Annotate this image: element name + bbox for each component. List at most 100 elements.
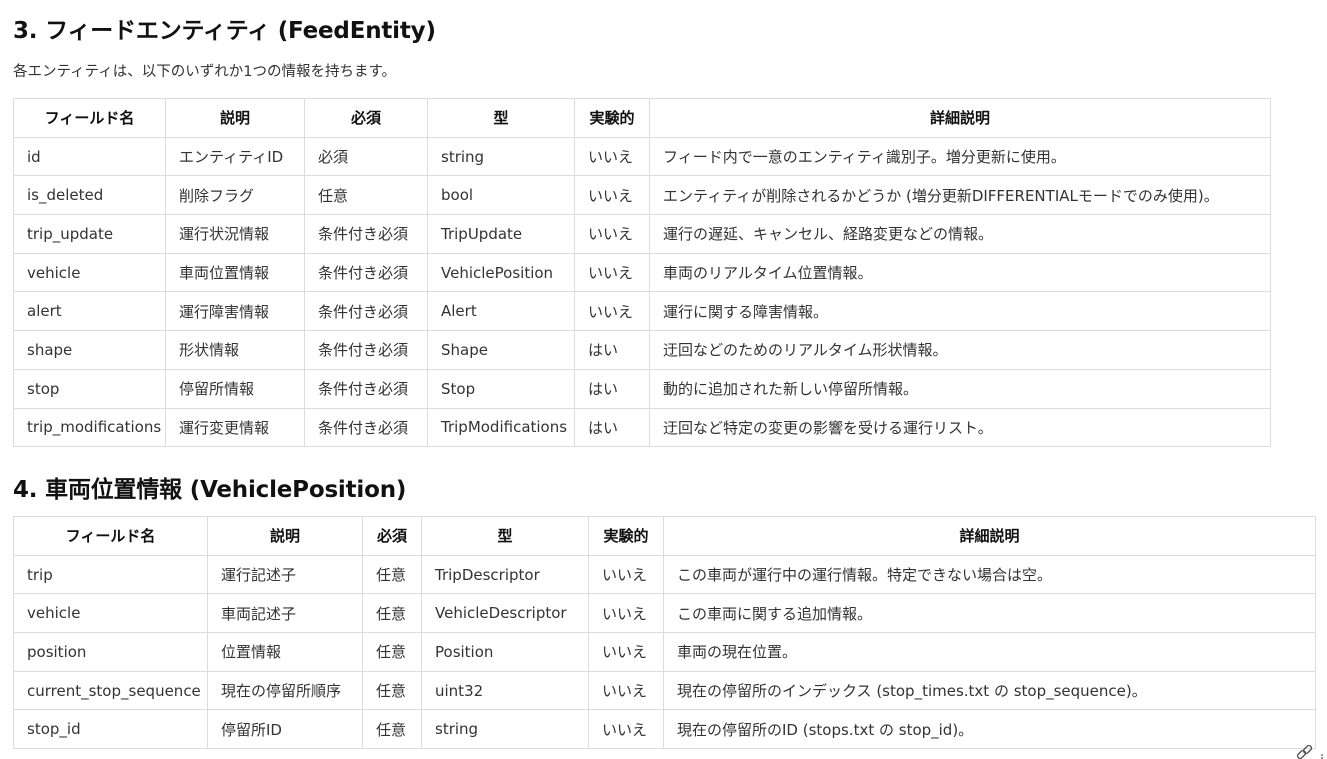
table-row: shape 形状情報 条件付き必須 Shape はい 迂回などのためのリアルタイ… xyxy=(13,330,1271,370)
table-cell: 任意 xyxy=(362,670,422,711)
table-row: stop_id 停留所ID 任意 string いいえ 現在の停留所のID (s… xyxy=(13,709,1316,750)
table-cell: 必須 xyxy=(304,136,428,177)
table-cell: はい xyxy=(574,368,650,409)
table-row: vehicle 車両位置情報 条件付き必須 VehiclePosition いい… xyxy=(13,252,1271,293)
table-cell: vehicle xyxy=(13,593,208,634)
table-cell: 迂回などのためのリアルタイム形状情報。 xyxy=(649,330,1271,370)
table-cell: uint32 xyxy=(421,670,589,711)
table-cell: 任意 xyxy=(304,175,428,216)
table-cell: 任意 xyxy=(362,632,422,672)
table-cell: いいえ xyxy=(574,291,650,332)
table-cell: いいえ xyxy=(588,593,664,634)
table-cell: stop xyxy=(13,368,166,409)
table-cell: 条件付き必須 xyxy=(304,368,428,409)
table-cell: 条件付き必須 xyxy=(304,330,428,370)
table-cell: id xyxy=(13,136,166,177)
table-cell: エンティティが削除されるかどうか (増分更新DIFFERENTIALモードでのみ… xyxy=(649,175,1271,216)
table-cell: Alert xyxy=(427,291,575,332)
column-header: 説明 xyxy=(165,98,305,138)
section-intro: 各エンティティは、以下のいずれか1つの情報を持ちます。 xyxy=(13,64,397,80)
column-header: フィールド名 xyxy=(13,516,208,556)
table-cell: 任意 xyxy=(362,593,422,634)
table-cell: いいえ xyxy=(588,709,664,750)
table-cell: current_stop_sequence xyxy=(13,670,208,711)
table-cell: VehicleDescriptor xyxy=(421,593,589,634)
column-header: 説明 xyxy=(207,516,363,556)
table-cell: string xyxy=(427,136,575,177)
table-cell: 運行に関する障害情報。 xyxy=(649,291,1271,332)
table-row: trip_update 運行状況情報 条件付き必須 TripUpdate いいえ… xyxy=(13,214,1271,254)
table-cell: Stop xyxy=(427,368,575,409)
column-header: 実験的 xyxy=(574,98,650,138)
vehicle-position-table: フィールド名 説明 必須 型 実験的 詳細説明 trip 運行記述子 任意 Tr… xyxy=(13,516,1316,750)
table-cell: string xyxy=(421,709,589,750)
table-cell: フィード内で一意のエンティティ識別子。増分更新に使用。 xyxy=(649,136,1271,177)
column-header: フィールド名 xyxy=(13,98,166,138)
table-cell: 現在の停留所のID (stops.txt の stop_id)。 xyxy=(663,709,1316,750)
table-cell: 形状情報 xyxy=(165,330,305,370)
table-cell: 任意 xyxy=(362,709,422,750)
table-cell: 停留所ID xyxy=(207,709,363,750)
table-cell: TripUpdate xyxy=(427,214,575,254)
table-cell: 条件付き必須 xyxy=(304,291,428,332)
table-cell: 車両記述子 xyxy=(207,593,363,634)
table-cell: 車両の現在位置。 xyxy=(663,632,1316,672)
table-cell: この車両に関する追加情報。 xyxy=(663,593,1316,634)
table-cell: trip xyxy=(13,554,208,595)
table-cell: 条件付き必須 xyxy=(304,252,428,293)
table-header-row: フィールド名 説明 必須 型 実験的 詳細説明 xyxy=(13,98,1271,138)
table-cell: 運行状況情報 xyxy=(165,214,305,254)
table-cell: この車両が運行中の運行情報。特定できない場合は空。 xyxy=(663,554,1316,595)
table-row: trip 運行記述子 任意 TripDescriptor いいえ この車両が運行… xyxy=(13,554,1316,595)
table-cell: いいえ xyxy=(588,670,664,711)
column-header: 詳細説明 xyxy=(649,98,1271,138)
table-cell: 運行記述子 xyxy=(207,554,363,595)
table-row: stop 停留所情報 条件付き必須 Stop はい 動的に追加された新しい停留所… xyxy=(13,368,1271,409)
table-cell: VehiclePosition xyxy=(427,252,575,293)
section-heading-vehicle-position: 4. 車両位置情報 (VehiclePosition) xyxy=(13,477,407,503)
column-header: 必須 xyxy=(362,516,422,556)
table-cell: vehicle xyxy=(13,252,166,293)
feed-entity-table: フィールド名 説明 必須 型 実験的 詳細説明 id エンティティID 必須 s… xyxy=(13,98,1271,448)
table-row: alert 運行障害情報 条件付き必須 Alert いいえ 運行に関する障害情報… xyxy=(13,291,1271,332)
column-header: 詳細説明 xyxy=(663,516,1316,556)
table-cell: はい xyxy=(574,330,650,370)
table-row: current_stop_sequence 現在の停留所順序 任意 uint32… xyxy=(13,670,1316,711)
table-cell: 停留所情報 xyxy=(165,368,305,409)
table-cell: 現在の停留所順序 xyxy=(207,670,363,711)
table-cell: TripModifications xyxy=(427,407,575,448)
table-row: position 位置情報 任意 Position いいえ 車両の現在位置。 xyxy=(13,632,1316,672)
table-cell: 位置情報 xyxy=(207,632,363,672)
table-cell: trip_update xyxy=(13,214,166,254)
section-heading-feed-entity: 3. フィードエンティティ (FeedEntity) xyxy=(13,18,436,44)
table-cell: 迂回など特定の変更の影響を受ける運行リスト。 xyxy=(649,407,1271,448)
table-cell: 運行の遅延、キャンセル、経路変更などの情報。 xyxy=(649,214,1271,254)
table-cell: 条件付き必須 xyxy=(304,407,428,448)
table-cell: alert xyxy=(13,291,166,332)
table-cell: 動的に追加された新しい停留所情報。 xyxy=(649,368,1271,409)
column-header: 必須 xyxy=(304,98,428,138)
table-cell: 運行変更情報 xyxy=(165,407,305,448)
table-cell: Shape xyxy=(427,330,575,370)
column-header: 型 xyxy=(421,516,589,556)
table-cell: いいえ xyxy=(574,136,650,177)
table-cell: エンティティID xyxy=(165,136,305,177)
table-cell: trip_modifications xyxy=(13,407,166,448)
column-header: 型 xyxy=(427,98,575,138)
table-cell: position xyxy=(13,632,208,672)
table-row: is_deleted 削除フラグ 任意 bool いいえ エンティティが削除され… xyxy=(13,175,1271,216)
table-cell: いいえ xyxy=(588,554,664,595)
table-cell: bool xyxy=(427,175,575,216)
document-page: 3. フィードエンティティ (FeedEntity) 各エンティティは、以下のい… xyxy=(0,0,1327,759)
table-row: trip_modifications 運行変更情報 条件付き必須 TripMod… xyxy=(13,407,1271,448)
table-cell: 運行障害情報 xyxy=(165,291,305,332)
table-cell: stop_id xyxy=(13,709,208,750)
table-row: id エンティティID 必須 string いいえ フィード内で一意のエンティテ… xyxy=(13,136,1271,177)
table-cell: 現在の停留所のインデックス (stop_times.txt の stop_seq… xyxy=(663,670,1316,711)
table-cell: 車両位置情報 xyxy=(165,252,305,293)
table-cell: はい xyxy=(574,407,650,448)
table-row: vehicle 車両記述子 任意 VehicleDescriptor いいえ こ… xyxy=(13,593,1316,634)
table-cell: TripDescriptor xyxy=(421,554,589,595)
link-icon[interactable] xyxy=(1295,743,1325,759)
table-cell: 条件付き必須 xyxy=(304,214,428,254)
